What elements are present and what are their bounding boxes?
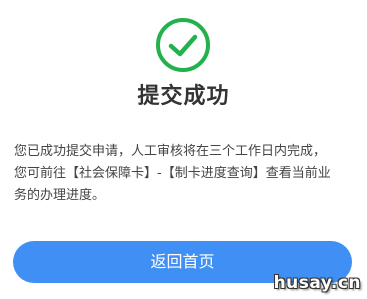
watermark: husay.cn bbox=[273, 273, 361, 293]
page-title: 提交成功 bbox=[137, 84, 230, 109]
message-line: 您已成功提交申请，人工审核将在三个工作日内完成， bbox=[14, 144, 327, 159]
check-circle-icon bbox=[156, 18, 210, 72]
message-line: 务的办理进度。 bbox=[14, 188, 106, 203]
message-line: 您可前往【社会保障卡】-【制卡进度查询】查看当前业 bbox=[14, 166, 331, 181]
result-message: 您已成功提交申请，人工审核将在三个工作日内完成， 您可前往【社会保障卡】-【制卡… bbox=[14, 141, 364, 207]
